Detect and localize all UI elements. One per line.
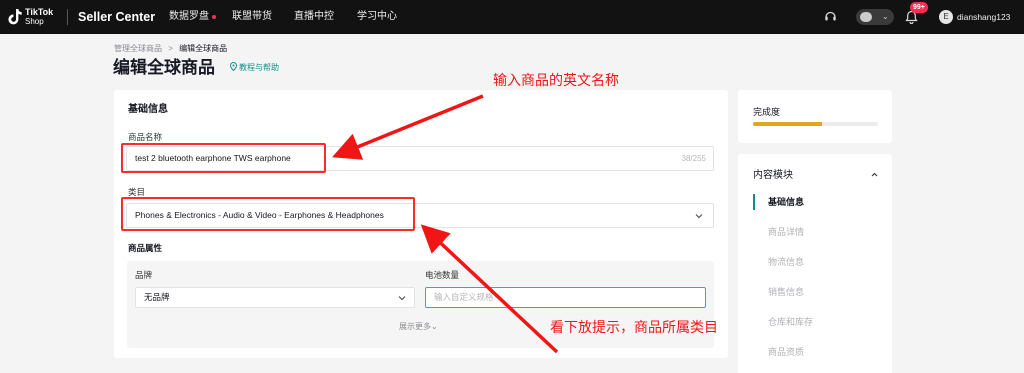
- arrow-to-category: [420, 224, 559, 354]
- arrow-to-product-name: [332, 94, 484, 160]
- annotation-category-hint: 看下放提示，商品所属类目: [550, 319, 718, 335]
- annotation-arrows: [332, 94, 559, 354]
- annotation-enter-english-name: 输入商品的英文名称: [493, 72, 619, 88]
